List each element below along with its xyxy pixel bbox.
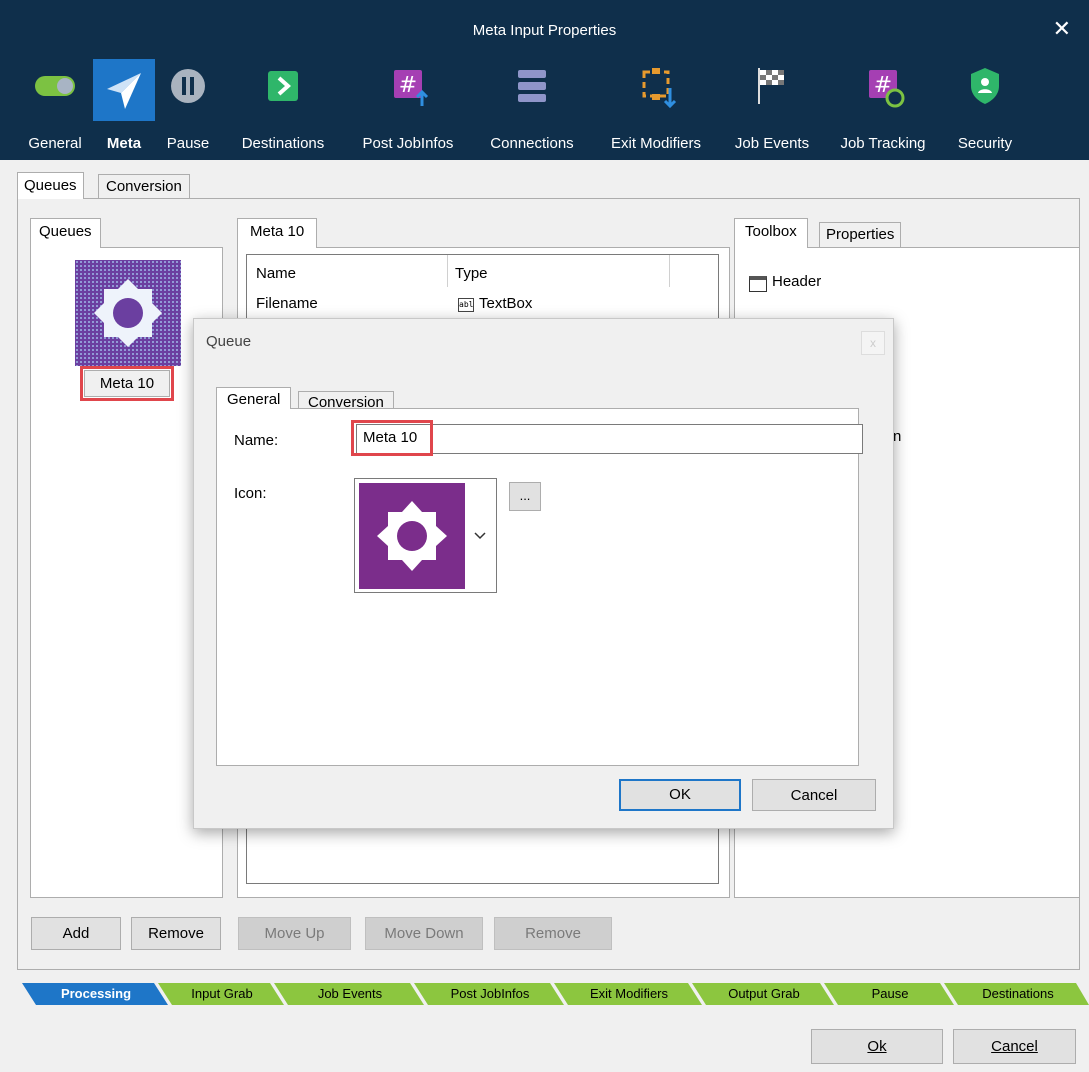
name-label: Name: (234, 432, 279, 449)
dialog-tab-conversion[interactable]: Conversion (298, 391, 394, 411)
process-step-bar: Processing Input Grab Job Events Post Jo… (0, 983, 1089, 1007)
checkered-flag-icon (758, 68, 784, 104)
add-queue-button[interactable]: Add (31, 917, 121, 950)
hash-upload-icon: # (394, 70, 429, 106)
exit-modifier-icon (642, 68, 677, 109)
browse-icon-button[interactable]: ... (509, 482, 541, 511)
tool-security[interactable]: Security (946, 62, 1024, 160)
tab-queues-list[interactable]: Queues (30, 218, 101, 248)
move-up-button[interactable]: Move Up (238, 917, 351, 950)
remove-queue-button[interactable]: Remove (131, 917, 221, 950)
tool-exit-modifiers[interactable]: Exit Modifiers (598, 62, 714, 160)
step-post-jobinfos[interactable]: Post JobInfos (422, 983, 558, 1005)
cancel-button-label: Cancel (991, 1038, 1038, 1055)
step-input-grab[interactable]: Input Grab (166, 983, 278, 1005)
title-bar: Meta Input Properties ✕ General Meta Pau… (0, 0, 1089, 160)
dialog-close-button[interactable]: x (861, 331, 885, 355)
row-name: Filename (256, 295, 318, 312)
column-header-type[interactable]: Type (455, 265, 488, 282)
shield-user-icon (971, 68, 999, 104)
tool-meta[interactable]: Meta (93, 59, 155, 160)
tab-properties[interactable]: Properties (819, 222, 902, 248)
ok-button-label: Ok (867, 1038, 887, 1055)
tab-queues[interactable]: Queues (17, 172, 84, 199)
paper-plane-icon (93, 59, 155, 121)
tab-meta-10[interactable]: Meta 10 (237, 218, 318, 248)
tool-label-exit-modifiers: Exit Modifiers (610, 135, 702, 152)
step-processing[interactable]: Processing (30, 983, 162, 1005)
arrow-right-icon (268, 71, 298, 101)
queue-item[interactable] (75, 260, 181, 366)
queue-label-highlight (80, 366, 174, 401)
tool-general[interactable]: General (22, 62, 88, 160)
table-row[interactable]: Filename abl TextBox (247, 295, 717, 317)
column-header-name[interactable]: Name (256, 265, 296, 282)
queue-dialog: Queue x General Conversion Name: Meta 10… (193, 318, 894, 829)
step-job-events[interactable]: Job Events (282, 983, 418, 1005)
tool-job-events[interactable]: Job Events (722, 62, 822, 160)
move-down-button[interactable]: Move Down (365, 917, 483, 950)
tool-label-security: Security (957, 135, 1013, 152)
hash-clock-icon: # (869, 70, 905, 108)
close-window-button[interactable]: ✕ (1053, 16, 1071, 42)
dialog-tab-general[interactable]: General (216, 387, 292, 409)
toolbox-item-label: Header (772, 273, 822, 290)
tool-label-connections: Connections (490, 135, 574, 152)
icon-select[interactable] (354, 478, 497, 593)
toggle-icon (35, 76, 75, 96)
tool-post-jobinfos[interactable]: # Post JobInfos (350, 62, 466, 160)
toolbox-partial-text: n (893, 428, 902, 445)
ok-button[interactable]: Ok (811, 1029, 943, 1064)
dialog-general-panel: Name: Meta 10 Icon: ... (216, 408, 863, 766)
cancel-button[interactable]: Cancel (953, 1029, 1076, 1064)
tool-label-pause: Pause (166, 135, 210, 152)
icon-label: Icon: (234, 485, 267, 502)
dialog-cancel-button[interactable]: Cancel (752, 779, 876, 811)
tool-label-post-jobinfos: Post JobInfos (362, 135, 454, 152)
tool-connections[interactable]: Connections (478, 62, 586, 160)
step-pause[interactable]: Pause (832, 983, 948, 1005)
step-exit-modifiers[interactable]: Exit Modifiers (562, 983, 696, 1005)
tool-label-job-events: Job Events (734, 135, 810, 152)
tab-conversion[interactable]: Conversion (98, 174, 190, 199)
tool-label-general: General (28, 135, 82, 152)
tool-label-job-tracking: Job Tracking (840, 135, 926, 152)
chevron-down-icon (474, 532, 486, 540)
svg-text:#: # (399, 73, 417, 98)
tool-job-tracking[interactable]: # Job Tracking (828, 62, 938, 160)
tool-label-meta: Meta (106, 135, 142, 152)
stack-icon (518, 70, 546, 102)
tool-destinations[interactable]: Destinations (228, 62, 338, 160)
window-title: Meta Input Properties (472, 22, 617, 39)
dialog-ok-button[interactable]: OK (619, 779, 741, 811)
header-icon (749, 276, 767, 292)
tool-label-destinations: Destinations (241, 135, 325, 152)
row-type: TextBox (479, 295, 533, 312)
name-value-highlight (351, 420, 433, 456)
dialog-title: Queue (206, 333, 252, 350)
remove-field-button[interactable]: Remove (494, 917, 612, 950)
tab-toolbox[interactable]: Toolbox (734, 218, 808, 248)
textbox-icon: abl (458, 298, 474, 312)
queue-gear-icon (75, 260, 181, 366)
tool-pause[interactable]: Pause (160, 62, 216, 160)
pause-icon (171, 69, 205, 103)
icon-preview (359, 483, 465, 589)
step-output-grab[interactable]: Output Grab (700, 983, 828, 1005)
step-destinations[interactable]: Destinations (952, 983, 1084, 1005)
